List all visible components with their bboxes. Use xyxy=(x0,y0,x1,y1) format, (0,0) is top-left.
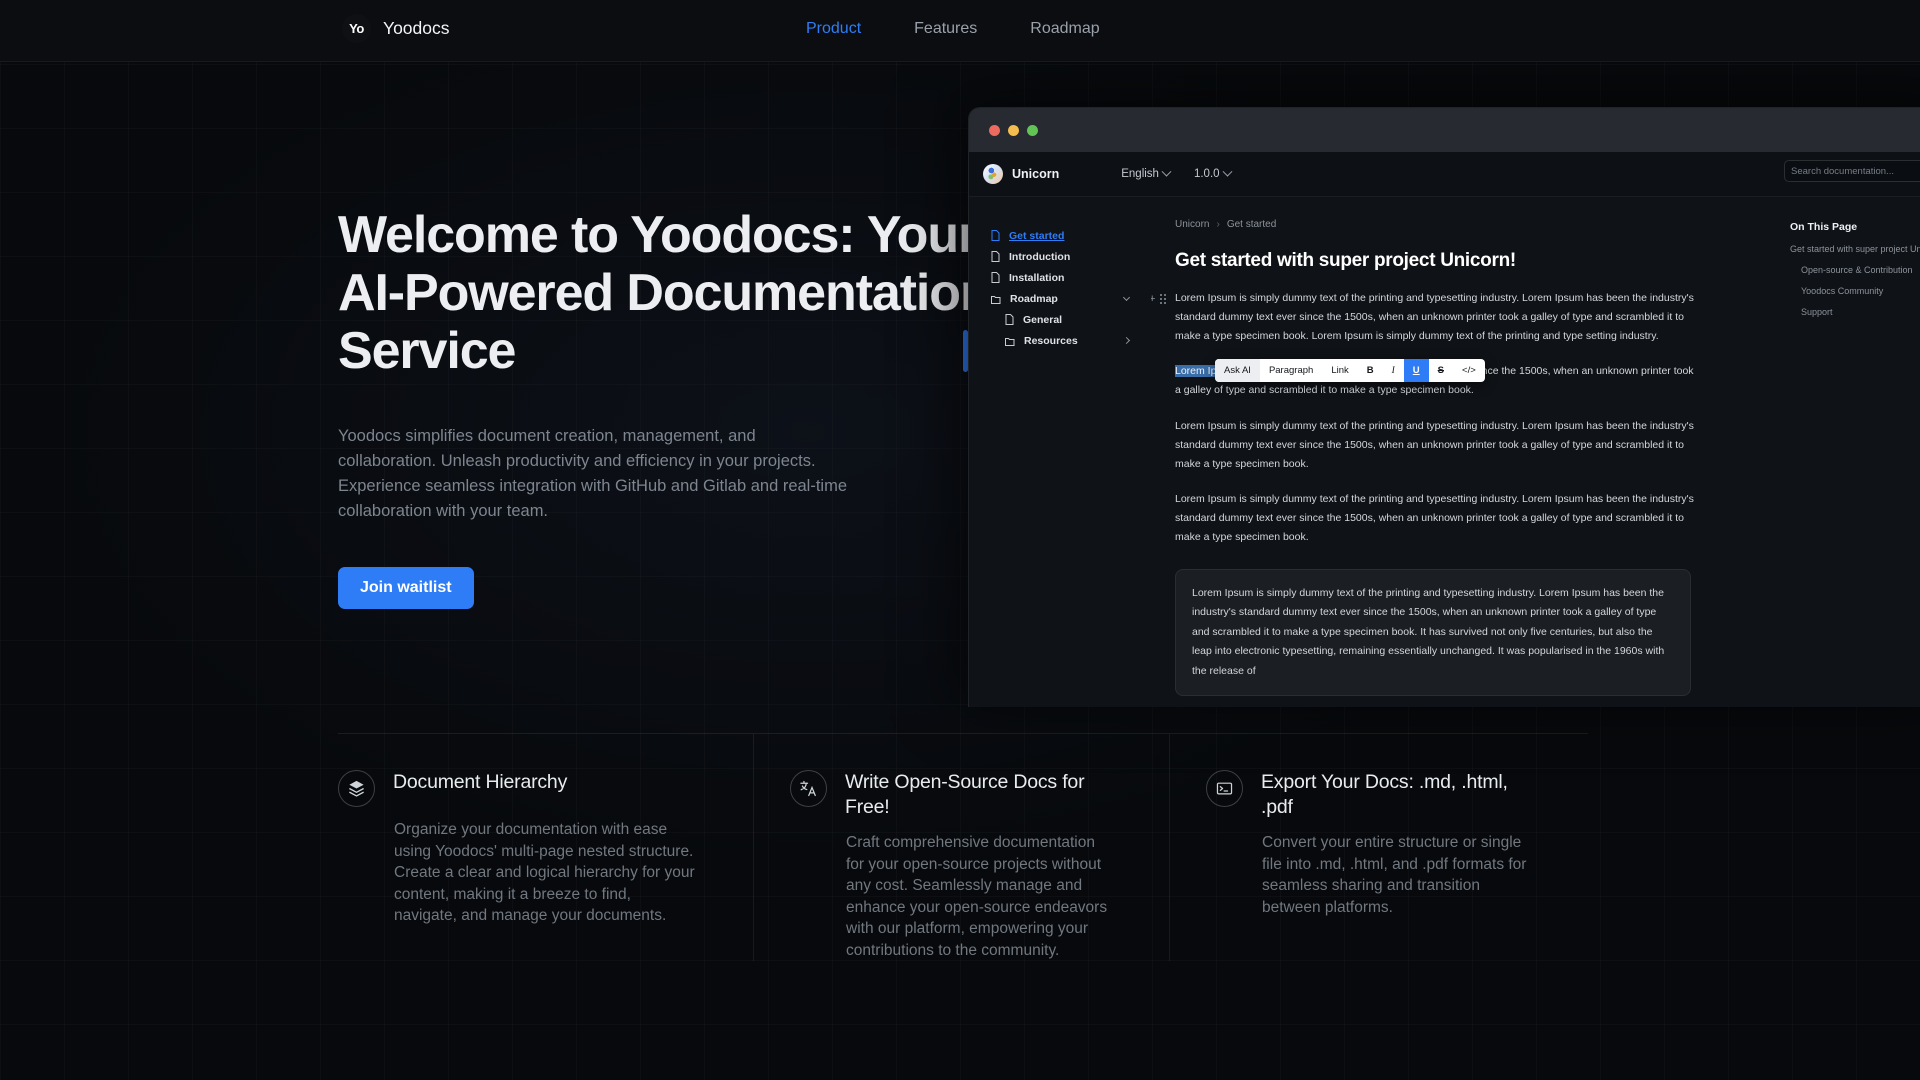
feature-description: Organize your documentation with ease us… xyxy=(394,821,695,924)
feature-card-export: Export Your Docs: .md, .html, .pdf Conve… xyxy=(1170,734,1586,961)
sidebar-item-label: Introduction xyxy=(1009,250,1071,263)
chevron-right-icon xyxy=(1122,336,1131,345)
sidebar-item-label: Installation xyxy=(1009,271,1065,284)
toc-link-get-started[interactable]: Get started with super project Unicorn! xyxy=(1790,244,1920,254)
feature-cards: Document Hierarchy Organize your documen… xyxy=(338,733,1588,961)
feature-description: Craft comprehensive documentation for yo… xyxy=(846,834,1108,959)
avatar xyxy=(983,164,1003,184)
nav-links: Product Features Roadmap xyxy=(806,20,1100,38)
callout-block[interactable]: Lorem Ipsum is simply dummy text of the … xyxy=(1175,568,1691,697)
docs-sidebar: Get started Introduction Installation Ro… xyxy=(969,197,1151,707)
toc-link-support[interactable]: Support xyxy=(1790,307,1920,317)
paragraph-text: Lorem Ipsum is simply dummy text of the … xyxy=(1175,493,1694,543)
doc-paragraph[interactable]: + Lorem Ipsum is simply dummy text of th… xyxy=(1151,289,1695,345)
link-button[interactable]: Link xyxy=(1322,359,1357,382)
brand-name: Yoodocs xyxy=(383,18,450,38)
yoodocs-logo-icon: Yo xyxy=(342,14,371,43)
breadcrumb: Unicorn › Get started xyxy=(1175,219,1782,230)
app-body: Get started Introduction Installation Ro… xyxy=(969,197,1920,707)
doc-content: Unicorn › Get started Get started with s… xyxy=(1151,197,1782,707)
breadcrumb-separator: › xyxy=(1216,219,1220,230)
strikethrough-button[interactable]: S xyxy=(1429,359,1453,382)
join-waitlist-button[interactable]: Join waitlist xyxy=(338,567,474,609)
sidebar-item-general[interactable]: General xyxy=(991,309,1151,330)
sidebar-item-label: General xyxy=(1023,313,1063,326)
search-placeholder: Search documentation... xyxy=(1791,165,1894,177)
sidebar-item-label: Roadmap xyxy=(1010,292,1058,305)
text-format-toolbar: Ask AI Paragraph Link B I U S </> xyxy=(1215,359,1485,382)
sidebar-item-get-started[interactable]: Get started xyxy=(991,225,1151,246)
breadcrumb-current: Get started xyxy=(1226,219,1277,230)
chevron-down-icon xyxy=(1161,166,1172,177)
language-selector[interactable]: English xyxy=(1121,166,1172,180)
feature-card-document-hierarchy: Document Hierarchy Organize your documen… xyxy=(338,734,754,961)
landing-page: Yo Yoodocs Product Features Roadmap Welc… xyxy=(0,0,1920,1080)
hero-subtitle: Yoodocs simplifies document creation, ma… xyxy=(338,427,848,520)
paragraph-style-button[interactable]: Paragraph xyxy=(1260,359,1322,382)
feature-description: Convert your entire structure or single … xyxy=(1262,834,1527,916)
bold-button[interactable]: B xyxy=(1358,359,1383,382)
file-icon xyxy=(991,251,1000,262)
sidebar-item-introduction[interactable]: Introduction xyxy=(991,246,1151,267)
close-icon[interactable] xyxy=(989,124,1000,136)
top-navbar: Yo Yoodocs Product Features Roadmap xyxy=(0,0,1920,62)
breadcrumb-root[interactable]: Unicorn xyxy=(1175,219,1209,230)
nav-link-product[interactable]: Product xyxy=(806,20,861,38)
underline-button[interactable]: U xyxy=(1403,359,1429,382)
drag-handle-icon[interactable] xyxy=(1160,294,1167,305)
doc-paragraph[interactable]: Lorem Ipsum is simply dummy text of the … xyxy=(1175,490,1695,546)
layers-icon xyxy=(338,770,375,807)
translate-icon xyxy=(790,770,827,807)
file-icon xyxy=(1005,314,1014,325)
ask-ai-button[interactable]: Ask AI xyxy=(1215,359,1260,382)
chevron-down-icon xyxy=(1222,166,1232,177)
sidebar-item-label: Resources xyxy=(1024,334,1078,347)
paragraph-text: Lorem Ipsum is simply dummy text of the … xyxy=(1175,292,1694,342)
italic-button[interactable]: I xyxy=(1383,359,1404,382)
feature-card-open-source: Write Open-Source Docs for Free! Craft c… xyxy=(754,734,1170,961)
sidebar-item-installation[interactable]: Installation xyxy=(991,267,1151,288)
code-button[interactable]: </> xyxy=(1453,359,1485,382)
chevron-down-icon xyxy=(1122,293,1131,302)
version-label: 1.0.0 xyxy=(1193,168,1220,180)
toc-link-open-source[interactable]: Open-source & Contribution xyxy=(1790,265,1920,275)
file-icon xyxy=(991,230,1000,241)
sidebar-item-roadmap[interactable]: Roadmap xyxy=(991,288,1151,309)
on-this-page-heading: On This Page xyxy=(1790,221,1858,233)
language-label: English xyxy=(1121,168,1159,180)
paragraph-text: Lorem Ipsum is simply dummy text of the … xyxy=(1175,419,1694,470)
sidebar-item-resources[interactable]: Resources xyxy=(991,330,1151,351)
folder-icon xyxy=(991,295,1001,304)
nav-link-features[interactable]: Features xyxy=(914,20,977,38)
version-selector[interactable]: 1.0.0 xyxy=(1193,166,1232,180)
doc-paragraph[interactable]: Lorem Ipsum is simply dummy text of the … xyxy=(1175,417,1695,473)
doc-heading: Get started with super project Unicorn! xyxy=(1175,250,1516,271)
on-this-page-panel: On This Page Get started with super proj… xyxy=(1782,197,1920,707)
add-block-icon[interactable]: + xyxy=(1151,290,1155,309)
app-window-mockup: Unicorn English 1.0.0 Search documentati… xyxy=(968,107,1920,707)
block-handles[interactable]: + xyxy=(1151,290,1167,309)
feature-title: Document Hierarchy xyxy=(393,771,568,793)
toc-link-community[interactable]: Yoodocs Community xyxy=(1790,286,1920,296)
window-titlebar xyxy=(969,108,1920,152)
maximize-icon[interactable] xyxy=(1027,124,1038,136)
feature-title: Export Your Docs: .md, .html, .pdf xyxy=(1261,771,1508,818)
minimize-icon[interactable] xyxy=(1008,124,1019,136)
search-input[interactable]: Search documentation... ⌘K xyxy=(1784,160,1920,182)
sidebar-item-label: Get started xyxy=(1009,229,1065,242)
project-name: Unicorn xyxy=(1012,167,1060,181)
feature-title: Write Open-Source Docs for Free! xyxy=(845,771,1085,818)
folder-icon xyxy=(1005,337,1015,346)
file-icon xyxy=(991,272,1000,283)
nav-link-roadmap[interactable]: Roadmap xyxy=(1030,20,1099,38)
terminal-icon xyxy=(1206,770,1243,807)
page-title: Welcome to Yoodocs: Your AI-Powered Docu… xyxy=(338,206,992,380)
app-toolbar: Unicorn English 1.0.0 Search documentati… xyxy=(969,152,1920,197)
brand[interactable]: Yo Yoodocs xyxy=(342,14,450,43)
